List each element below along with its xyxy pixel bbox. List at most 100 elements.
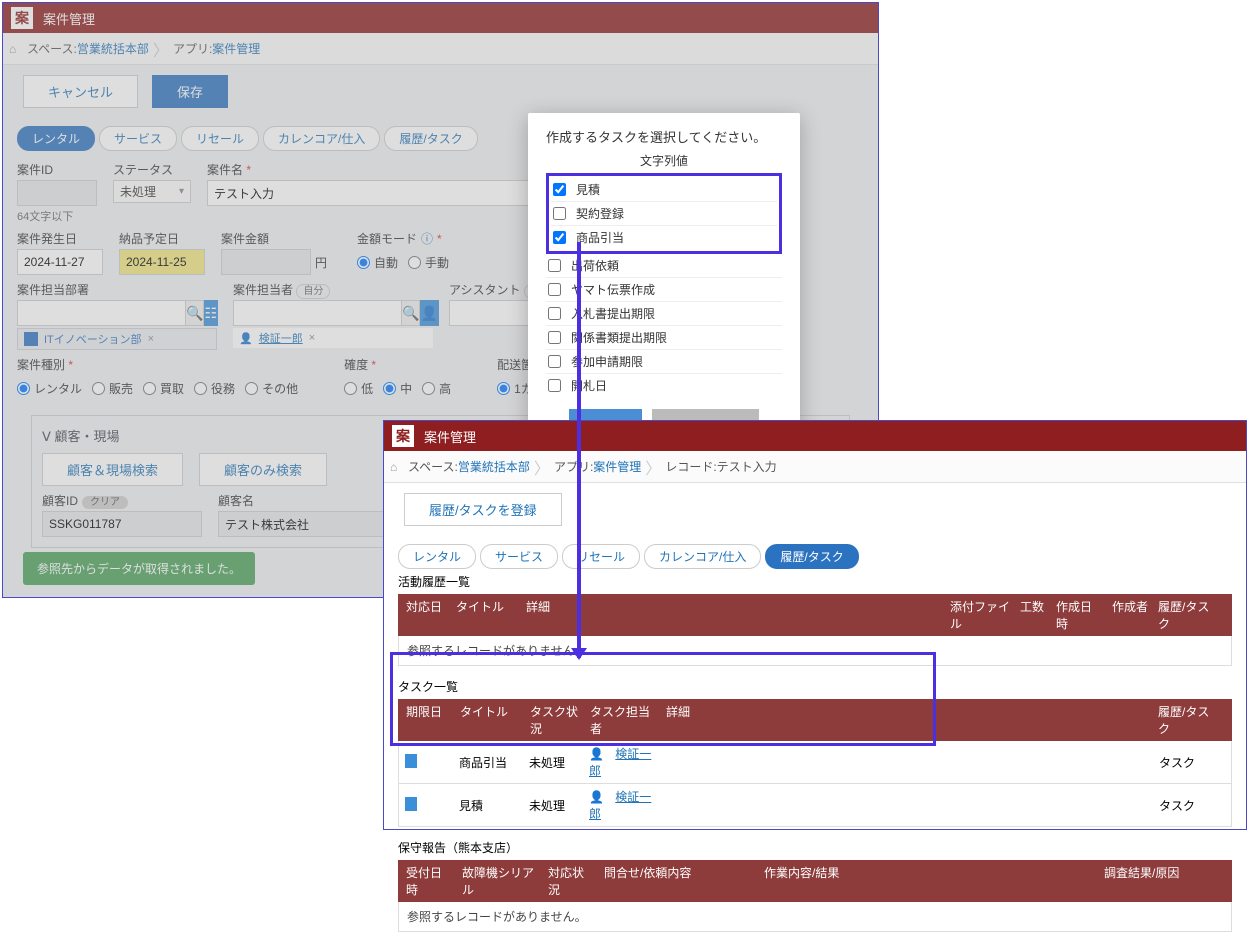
- app-logo: 案: [11, 7, 33, 29]
- input-cust-name[interactable]: [218, 511, 398, 537]
- table-row[interactable]: 見積未処理👤 検証一郎タスク: [398, 784, 1232, 827]
- modal-task-item[interactable]: ヤマト伝票作成: [546, 277, 782, 301]
- app-logo: 案: [392, 425, 414, 447]
- cancel-button[interactable]: キャンセル: [23, 75, 138, 108]
- select-status[interactable]: 未処理: [113, 180, 191, 203]
- section-maint-title: 保守報告（熊本支店）: [384, 835, 1246, 860]
- tab-karen[interactable]: カレンコア/仕入: [263, 126, 380, 151]
- modal-task-item[interactable]: 参加申請期限: [546, 349, 782, 373]
- help-icon[interactable]: ⓘ: [421, 230, 433, 247]
- tab-rental[interactable]: レンタル: [398, 544, 476, 569]
- crumb-sep-icon: 〉: [153, 37, 169, 61]
- action-row: キャンセル 保存: [3, 65, 878, 118]
- cell-type: タスク: [1159, 797, 1225, 814]
- save-button[interactable]: 保存: [152, 75, 228, 108]
- modal-task-item[interactable]: 見積: [551, 178, 777, 201]
- tab-service[interactable]: サービス: [480, 544, 558, 569]
- input-date2[interactable]: [119, 249, 205, 275]
- input-dept[interactable]: [17, 300, 186, 326]
- search-icon[interactable]: 🔍: [186, 300, 204, 326]
- search-customer-button[interactable]: 顧客のみ検索: [199, 453, 327, 486]
- chip-remove-icon[interactable]: ×: [148, 333, 154, 345]
- label-prob: 確度: [344, 356, 451, 373]
- task-checkbox[interactable]: [548, 307, 561, 320]
- crumb-space-link[interactable]: 営業統括本部: [77, 40, 149, 57]
- clear-button[interactable]: クリア: [82, 496, 128, 509]
- register-history-button[interactable]: 履歴/タスクを登録: [404, 493, 562, 526]
- task-item-label: 商品引当: [576, 229, 624, 246]
- crumb-app-link[interactable]: 案件管理: [212, 40, 260, 57]
- task-checkbox[interactable]: [548, 259, 561, 272]
- task-item-label: 関係書類提出期限: [571, 329, 667, 346]
- hint-id: 64文字以下: [17, 208, 97, 224]
- task-checkbox[interactable]: [548, 379, 561, 392]
- task-item-label: 参加申請期限: [571, 353, 643, 370]
- crumb-space-link[interactable]: 営業統括本部: [458, 458, 530, 475]
- tab-karen[interactable]: カレンコア/仕入: [644, 544, 761, 569]
- breadcrumb: ⌂ スペース: 営業統括本部 〉 アプリ: 案件管理: [3, 33, 878, 65]
- task-item-label: 見積: [576, 181, 600, 198]
- search-icon[interactable]: 🔍: [402, 300, 420, 326]
- cell-status: 未処理: [529, 797, 589, 814]
- table-history: 対応日 タイトル 詳細 添付ファイル 工数 作成日時 作成者 履歴/タスク 参照…: [398, 594, 1232, 666]
- input-id[interactable]: [17, 180, 97, 206]
- modal-task-item[interactable]: 契約登録: [551, 201, 777, 225]
- app-title: 案件管理: [43, 9, 95, 28]
- app-title: 案件管理: [424, 427, 476, 446]
- tab-resale[interactable]: リセール: [562, 544, 640, 569]
- input-amount[interactable]: [221, 249, 311, 275]
- tab-rental[interactable]: レンタル: [17, 126, 95, 151]
- task-item-label: 契約登録: [576, 205, 624, 222]
- tab-service[interactable]: サービス: [99, 126, 177, 151]
- task-checkbox[interactable]: [548, 331, 561, 344]
- modal-task-item[interactable]: 関係書類提出期限: [546, 325, 782, 349]
- section-task-title: タスク一覧: [384, 674, 1246, 699]
- person-chip: 👤検証一郎×: [233, 328, 433, 348]
- task-item-label: 入札書提出期限: [571, 305, 655, 322]
- chip-remove-icon[interactable]: ×: [309, 332, 315, 344]
- header: 案 案件管理: [3, 3, 878, 33]
- search-customer-site-button[interactable]: 顧客＆現場検索: [42, 453, 183, 486]
- modal-task-item[interactable]: 入札書提出期限: [546, 301, 782, 325]
- window-front: 案 案件管理 ⌂ スペース:営業統括本部 〉 アプリ:案件管理 〉 レコード:テ…: [383, 420, 1247, 830]
- task-checkbox[interactable]: [548, 355, 561, 368]
- radio-mode[interactable]: 自動手動: [357, 249, 449, 275]
- cell-title: 見積: [459, 797, 529, 814]
- home-icon[interactable]: ⌂: [390, 460, 404, 474]
- input-date1[interactable]: [17, 249, 103, 275]
- maint-empty: 参照するレコードがありません。: [398, 902, 1232, 932]
- label-person: 案件担当者 自分: [233, 281, 433, 298]
- task-checkbox[interactable]: [553, 183, 566, 196]
- doc-icon: [405, 797, 417, 811]
- org-icon[interactable]: ☷: [204, 300, 218, 326]
- tab-history[interactable]: 履歴/タスク: [765, 544, 858, 569]
- modal-task-item[interactable]: 出荷依頼: [546, 254, 782, 277]
- table-row[interactable]: 商品引当未処理👤 検証一郎タスク: [398, 741, 1232, 784]
- label-date1: 案件発生日: [17, 230, 103, 247]
- tabs-front: レンタル サービス リセール カレンコア/仕入 履歴/タスク: [384, 536, 1246, 569]
- crumb-app-link[interactable]: 案件管理: [593, 458, 641, 475]
- modal-task-item[interactable]: 商品引当: [551, 225, 777, 249]
- label-type: 案件種別: [17, 356, 298, 373]
- crumb-space-label: スペース:: [27, 40, 77, 57]
- person-link[interactable]: 検証一郎: [259, 330, 303, 346]
- dept-chip: ITイノベーション部×: [17, 328, 217, 350]
- modal-col-header: 文字列値: [546, 152, 782, 169]
- modal-task-item[interactable]: 開札日: [546, 373, 782, 397]
- task-checkbox[interactable]: [553, 231, 566, 244]
- task-checkbox[interactable]: [553, 207, 566, 220]
- radio-type[interactable]: レンタル 販売 買取 役務 その他: [17, 375, 298, 401]
- label-mode: 金額モードⓘ: [357, 230, 449, 247]
- input-cust-id[interactable]: [42, 511, 202, 537]
- task-item-label: ヤマト伝票作成: [571, 281, 655, 298]
- tab-resale[interactable]: リセール: [181, 126, 259, 151]
- label-cust-name: 顧客名: [218, 492, 398, 509]
- user-icon[interactable]: 👤: [420, 300, 438, 326]
- task-checkbox[interactable]: [548, 283, 561, 296]
- radio-prob[interactable]: 低 中 高: [344, 375, 451, 401]
- input-person[interactable]: [233, 300, 402, 326]
- arrow-annotation: [577, 242, 581, 658]
- tab-history[interactable]: 履歴/タスク: [384, 126, 477, 151]
- crumb-record: テスト入力: [717, 458, 777, 475]
- home-icon[interactable]: ⌂: [9, 42, 23, 56]
